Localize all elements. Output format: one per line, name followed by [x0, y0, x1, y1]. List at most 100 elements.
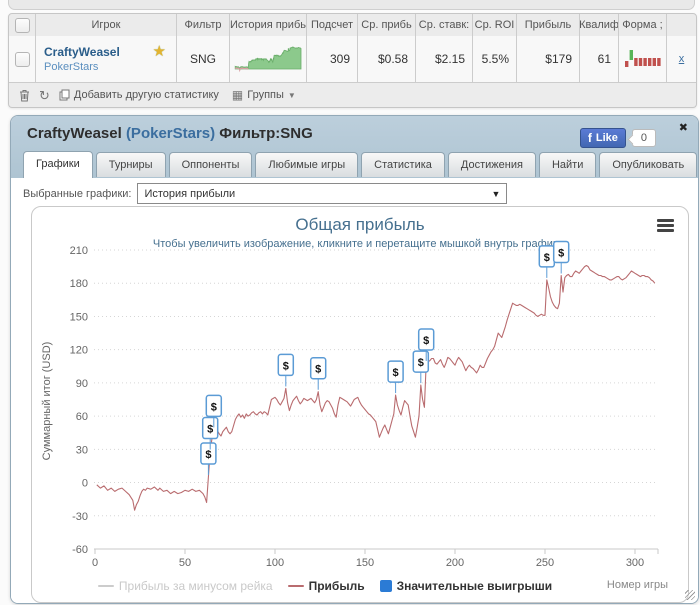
like-count-badge: 0 [632, 129, 656, 147]
tab-opponents[interactable]: Оппоненты [169, 152, 253, 177]
form-mini-chart [622, 45, 664, 73]
groups-button[interactable]: ▦ Группы ▼ [232, 89, 296, 101]
y-axis-title: Суммарный итог (USD) [41, 331, 53, 471]
player-cell: CraftyWeasel PokerStars ★ [36, 36, 176, 82]
col-avg-profit[interactable]: Ср. прибь [358, 14, 415, 36]
chart-selector[interactable]: История прибыли ▼ [137, 183, 507, 204]
facebook-like-widget: fLike 0 [580, 128, 656, 148]
stats-table: Игрок Фильтр История прибь Подсчет Ср. п… [8, 13, 697, 108]
col-form[interactable]: Форма ; [619, 14, 666, 36]
form-loss-bar [643, 58, 646, 66]
count-cell: 309 [307, 36, 357, 82]
svg-text:$: $ [558, 247, 564, 259]
line-symbol-icon [288, 585, 304, 587]
select-all-checkbox[interactable] [15, 18, 30, 33]
resize-grip[interactable] [685, 590, 695, 600]
panel-title: CraftyWeasel (PokerStars) Фильтр:SNG [27, 125, 313, 142]
profit-sparkline [232, 43, 304, 75]
player-name-link[interactable]: CraftyWeasel [44, 45, 120, 59]
col-profit-history[interactable]: История прибь [230, 14, 306, 36]
significant-win-marker[interactable]: $ [311, 358, 326, 390]
remove-row-link[interactable]: x [679, 53, 685, 65]
refresh-icon[interactable]: ↻ [39, 89, 50, 102]
player-site-link[interactable]: PokerStars [44, 61, 98, 73]
y-tick-label: -30 [72, 511, 88, 523]
significant-win-marker[interactable]: $ [554, 241, 569, 273]
trash-icon[interactable] [19, 89, 30, 102]
avg-stake-cell: $2.15 [416, 36, 472, 82]
tab-publish[interactable]: Опубликовать [599, 152, 697, 177]
tab-statistics[interactable]: Статистика [361, 152, 445, 177]
form-loss-bar [652, 58, 655, 66]
svg-text:$: $ [423, 335, 429, 347]
col-avg-roi[interactable]: Ср. ROI [473, 14, 516, 36]
profit-cell: $179 [517, 36, 579, 82]
grid-icon: ▦ [232, 89, 243, 101]
y-tick-label: 120 [70, 345, 88, 357]
facebook-like-button[interactable]: fLike [580, 128, 626, 148]
col-filter[interactable]: Фильтр [177, 14, 229, 36]
row-checkbox[interactable] [15, 52, 30, 67]
col-count[interactable]: Подсчет [307, 14, 357, 36]
sparkline-cell [230, 36, 306, 82]
close-icon[interactable]: ✖ [679, 121, 688, 134]
panel-header: CraftyWeasel (PokerStars) Фильтр:SNG fLi… [11, 116, 698, 178]
legend-item-rake[interactable]: Прибыль за минусом рейка [98, 579, 273, 593]
col-profit[interactable]: Прибыль [517, 14, 579, 36]
col-qualif[interactable]: Квалиф [580, 14, 618, 36]
remove-cell: x [667, 36, 696, 82]
stats-table-header: Игрок Фильтр История прибь Подсчет Ср. п… [9, 14, 696, 36]
avg-profit-cell: $0.58 [358, 36, 415, 82]
significant-win-marker[interactable]: $ [201, 443, 216, 475]
table-toolbar: ↻ Добавить другую статистику ▦ Группы ▼ [9, 82, 696, 107]
svg-text:$: $ [393, 367, 399, 379]
significant-win-marker[interactable]: $ [388, 361, 403, 393]
form-win-bar [629, 50, 632, 60]
site-link[interactable]: (PokerStars) [126, 125, 215, 142]
square-symbol-icon [380, 580, 392, 592]
tab-find[interactable]: Найти [539, 152, 596, 177]
col-remove [667, 14, 696, 36]
copy-icon [59, 89, 70, 101]
significant-win-marker[interactable]: $ [278, 354, 293, 386]
x-axis-title: Номер игры [607, 579, 668, 591]
y-tick-label: 210 [70, 245, 88, 257]
table-row: CraftyWeasel PokerStars ★ SNG 309 $0.58 … [9, 36, 696, 82]
x-tick-label: 250 [536, 557, 554, 569]
svg-text:$: $ [207, 424, 213, 436]
player-detail-panel: CraftyWeasel (PokerStars) Фильтр:SNG fLi… [10, 115, 699, 604]
form-loss-bar [634, 58, 637, 66]
y-tick-label: -60 [72, 544, 88, 556]
form-loss-bar [638, 58, 641, 66]
y-tick-label: 180 [70, 278, 88, 290]
y-tick-label: 0 [82, 478, 88, 490]
chart-selector-row: Выбранные графики: История прибыли ▼ [23, 183, 507, 204]
y-tick-label: 60 [76, 411, 88, 423]
x-tick-label: 0 [92, 557, 98, 569]
col-player[interactable]: Игрок [36, 14, 176, 36]
tab-favorite-games[interactable]: Любимые игры [255, 152, 358, 177]
avg-roi-cell: 5.5% [473, 36, 516, 82]
chart-selector-label: Выбранные графики: [23, 188, 131, 200]
filter-cell: SNG [177, 36, 229, 82]
form-loss-bar [648, 58, 651, 66]
previous-panel-edge [8, 0, 695, 10]
tab-tournaments[interactable]: Турниры [96, 152, 166, 177]
legend-item-profit[interactable]: Прибыль [288, 579, 365, 593]
chart-canvas: 2101801501209060300-30-60050100150200250… [32, 207, 688, 602]
form-cell [619, 36, 666, 82]
add-statistic-button[interactable]: Добавить другую статистику [59, 89, 219, 101]
chart-legend: Прибыль за минусом рейка Прибыль Значите… [32, 579, 618, 593]
svg-text:$: $ [315, 364, 321, 376]
legend-item-wins[interactable]: Значительные выигрыши [380, 579, 553, 593]
tab-achievements[interactable]: Достижения [448, 152, 536, 177]
profit-line-series[interactable] [97, 266, 655, 511]
tab-bar: Графики Турниры Оппоненты Любимые игры С… [23, 151, 697, 177]
row-select-cell [9, 36, 35, 82]
x-tick-label: 100 [266, 557, 284, 569]
significant-win-marker[interactable]: $ [539, 246, 554, 278]
col-avg-stake[interactable]: Ср. ставк: [416, 14, 472, 36]
tab-charts[interactable]: Графики [23, 151, 93, 178]
y-tick-label: 150 [70, 311, 88, 323]
facebook-icon: f [588, 131, 592, 145]
